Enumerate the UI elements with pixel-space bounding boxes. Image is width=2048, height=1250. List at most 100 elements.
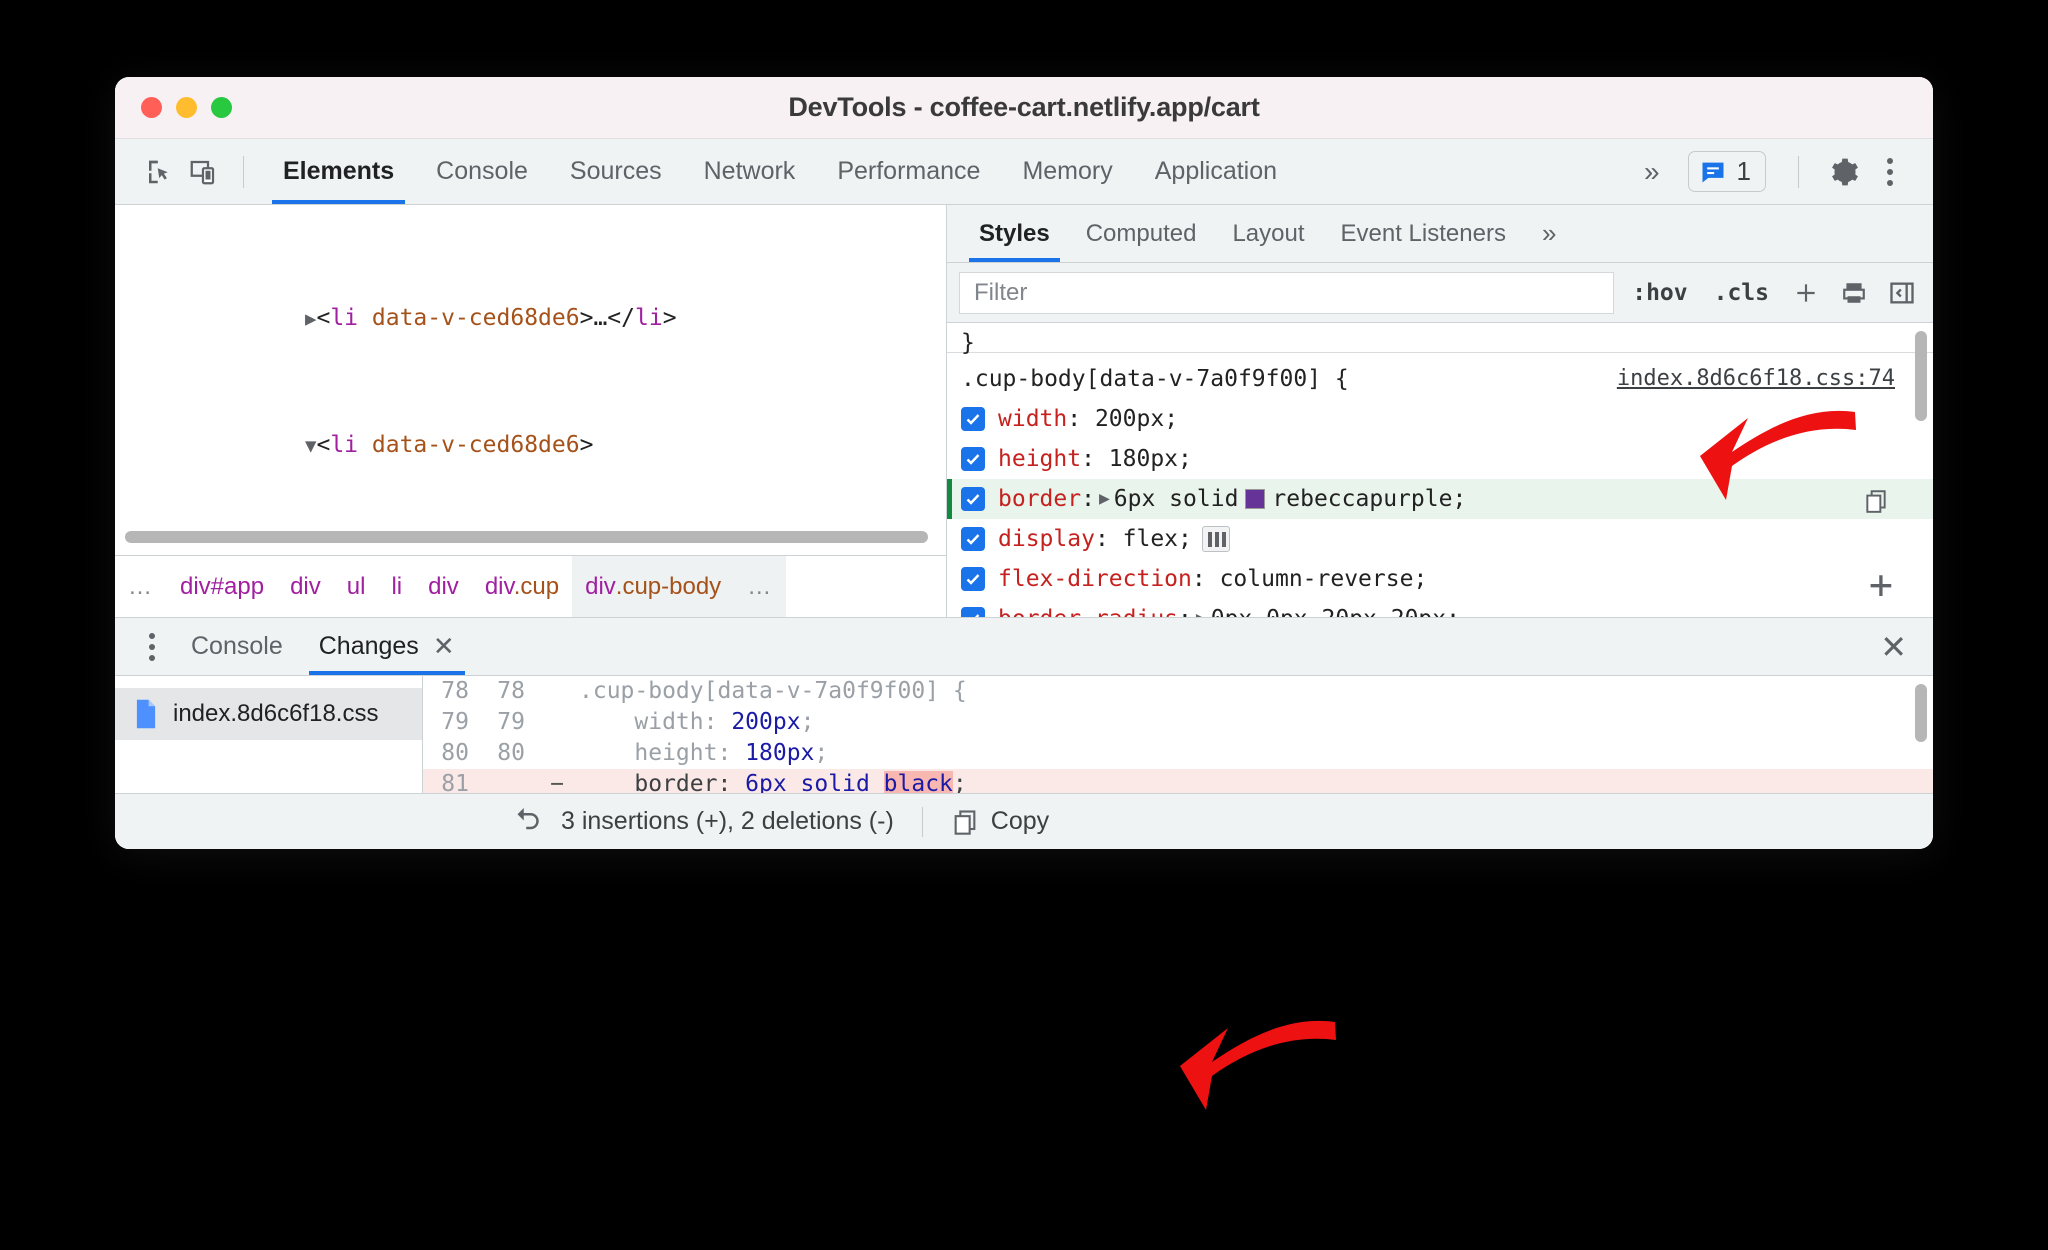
breadcrumb-overflow[interactable]: … bbox=[115, 573, 167, 601]
declaration-property: border-radius bbox=[998, 599, 1178, 617]
declaration-property: display bbox=[998, 526, 1095, 552]
css-rule[interactable]: .cup-body[data-v-7a0f9f00] { index.8d6c6… bbox=[947, 353, 1933, 617]
declaration-property: width bbox=[998, 406, 1068, 432]
element-classes-button[interactable]: .cls bbox=[1706, 280, 1777, 306]
breadcrumb-tag: div bbox=[585, 572, 616, 600]
css-declaration-width[interactable]: width: 200px; bbox=[947, 399, 1933, 439]
gear-icon[interactable] bbox=[1821, 150, 1865, 194]
tab-layout[interactable]: Layout bbox=[1214, 205, 1322, 262]
changes-body: index.8d6c6f18.css 78 78 .cup-body[data-v-… bbox=[115, 676, 1933, 794]
styles-sidebar-tabs: Styles Computed Layout Event Listeners » bbox=[947, 205, 1933, 263]
drawer-tab-console[interactable]: Console bbox=[173, 618, 301, 675]
declaration-checkbox[interactable] bbox=[961, 527, 985, 551]
dom-tree-pane[interactable]: ▶<li data-v-ced68de6>…</li> ▼<li data-v-… bbox=[115, 205, 947, 617]
tab-network[interactable]: Network bbox=[683, 139, 817, 204]
declaration-value: flex bbox=[1122, 526, 1179, 552]
dom-row[interactable]: ▼<li data-v-ced68de6> bbox=[115, 424, 946, 467]
tab-elements[interactable]: Elements bbox=[262, 139, 415, 204]
print-style-icon[interactable] bbox=[1835, 274, 1873, 312]
dom-row[interactable]: ▶<li data-v-ced68de6>…</li> bbox=[115, 297, 946, 340]
css-source-link[interactable]: index.8d6c6f18.css:74 bbox=[1617, 359, 1895, 399]
changes-footer: 3 insertions (+), 2 deletions (-) Copy bbox=[115, 793, 1933, 849]
close-changes-tab-icon[interactable]: ✕ bbox=[433, 631, 455, 662]
color-swatch[interactable] bbox=[1245, 489, 1266, 509]
message-count: 1 bbox=[1736, 156, 1751, 186]
kebab-menu-icon[interactable] bbox=[1869, 157, 1911, 186]
message-count-badge[interactable]: 1 bbox=[1687, 151, 1766, 192]
css-declaration-border[interactable]: border: ▶ 6px solid rebeccapurple; bbox=[947, 479, 1933, 519]
diff-line: 79 79 width: 200px; bbox=[441, 709, 815, 735]
drawer-menu-icon[interactable] bbox=[131, 632, 173, 661]
panel-tabs: Elements Console Sources Network Perform… bbox=[262, 139, 1298, 204]
undo-icon[interactable] bbox=[515, 803, 545, 840]
declaration-checkbox[interactable] bbox=[961, 447, 985, 471]
more-tabs-icon[interactable]: » bbox=[1630, 156, 1674, 188]
expand-shorthand-icon[interactable]: ▶ bbox=[1095, 479, 1114, 519]
arrow-to-copy-button bbox=[1180, 1020, 1336, 1110]
copy-button[interactable]: Copy bbox=[951, 807, 1049, 836]
declaration-value: 0px 0px 20px 20px bbox=[1211, 599, 1446, 617]
declaration-checkbox[interactable] bbox=[961, 567, 985, 591]
declaration-checkbox[interactable] bbox=[961, 607, 985, 617]
drawer-tab-label: Console bbox=[191, 632, 283, 660]
declaration-value: 200px bbox=[1094, 406, 1165, 432]
breadcrumb-item-div-2[interactable]: div bbox=[415, 573, 472, 601]
css-rules-list[interactable]: } .cup-body[data-v-7a0f9f00] { index.8d6… bbox=[947, 323, 1933, 617]
tab-styles[interactable]: Styles bbox=[961, 205, 1068, 262]
inspect-cursor-icon[interactable] bbox=[137, 150, 181, 194]
changes-file-list: index.8d6c6f18.css bbox=[115, 676, 423, 794]
css-declaration-height[interactable]: height: 180px; bbox=[947, 439, 1933, 479]
changes-summary: 3 insertions (+), 2 deletions (-) bbox=[561, 807, 894, 835]
breadcrumb-item-div-cup-body[interactable]: div .cup-body bbox=[572, 556, 735, 617]
css-selector: .cup-body[data-v-7a0f9f00] { bbox=[961, 366, 1349, 392]
declaration-checkbox[interactable] bbox=[961, 407, 985, 431]
breadcrumb: … div#app div ul li div div.cup div .cup-… bbox=[115, 555, 946, 617]
declaration-checkbox[interactable] bbox=[961, 487, 985, 511]
css-declaration-border-radius[interactable]: border-radius:▶0px 0px 20px 20px; bbox=[947, 599, 1933, 617]
breadcrumb-item-div-cup[interactable]: div.cup bbox=[472, 573, 572, 601]
changes-file-item[interactable]: index.8d6c6f18.css bbox=[115, 688, 422, 740]
copy-icon bbox=[954, 809, 976, 835]
drawer-panel: Console Changes ✕ ✕ index.8d6c6f18.css 7… bbox=[115, 617, 1933, 849]
styles-filter-input[interactable]: Filter bbox=[959, 271, 1615, 314]
breadcrumb-overflow-right[interactable]: … bbox=[734, 556, 787, 617]
flex-editor-icon[interactable] bbox=[1201, 526, 1230, 552]
breadcrumb-item-div[interactable]: div bbox=[277, 573, 334, 601]
toggle-sidebar-icon[interactable] bbox=[1883, 274, 1921, 312]
force-hover-state-button[interactable]: :hov bbox=[1624, 280, 1695, 306]
css-selector-line[interactable]: .cup-body[data-v-7a0f9f00] { index.8d6c6… bbox=[947, 359, 1933, 399]
breadcrumb-item-div-app[interactable]: div#app bbox=[167, 573, 277, 601]
tab-memory[interactable]: Memory bbox=[1001, 139, 1133, 204]
breadcrumb-class: .cup-body bbox=[615, 572, 722, 600]
tab-application[interactable]: Application bbox=[1134, 139, 1298, 204]
tab-computed[interactable]: Computed bbox=[1068, 205, 1215, 262]
css-declaration-flex-direction[interactable]: flex-direction: column-reverse; bbox=[947, 559, 1933, 599]
tab-console[interactable]: Console bbox=[415, 139, 549, 204]
dom-row-content: <li data-v-ced68de6> bbox=[316, 432, 594, 458]
device-toolbar-icon[interactable] bbox=[181, 150, 225, 194]
diff-line: 78 78 .cup-body[data-v-7a0f9f00] { bbox=[441, 678, 967, 704]
expand-shorthand-icon[interactable]: ▶ bbox=[1192, 599, 1211, 617]
drawer-tabs: Console Changes ✕ ✕ bbox=[115, 618, 1933, 676]
styles-filter-bar: Filter :hov .cls bbox=[947, 263, 1933, 323]
tab-sources[interactable]: Sources bbox=[549, 139, 683, 204]
diff-vertical-scrollbar[interactable] bbox=[1915, 684, 1927, 742]
copy-label: Copy bbox=[990, 807, 1050, 835]
plus-icon[interactable] bbox=[1787, 274, 1825, 312]
diff-view[interactable]: 78 78 .cup-body[data-v-7a0f9f00] { 79 79 wi… bbox=[423, 676, 1933, 794]
previous-rule-closing-brace: } bbox=[947, 323, 1933, 356]
dom-horizontal-scrollbar[interactable] bbox=[125, 531, 928, 543]
toolbar-divider bbox=[243, 155, 244, 188]
breadcrumb-tag: div bbox=[484, 572, 514, 600]
breadcrumb-item-ul[interactable]: ul bbox=[334, 573, 379, 601]
drawer-tab-changes[interactable]: Changes ✕ bbox=[301, 618, 473, 675]
dom-row-content: <li data-v-ced68de6>…</li> bbox=[316, 305, 677, 331]
styles-more-tabs-icon[interactable]: » bbox=[1524, 205, 1574, 262]
css-declaration-display[interactable]: display: flex; bbox=[947, 519, 1933, 559]
close-drawer-icon[interactable]: ✕ bbox=[1880, 628, 1907, 666]
tab-event-listeners[interactable]: Event Listeners bbox=[1323, 205, 1524, 262]
tab-performance[interactable]: Performance bbox=[816, 139, 1001, 204]
breadcrumb-item-li[interactable]: li bbox=[378, 573, 415, 601]
styles-vertical-scrollbar[interactable] bbox=[1915, 331, 1927, 421]
add-declaration-icon[interactable]: + bbox=[1869, 565, 1893, 605]
